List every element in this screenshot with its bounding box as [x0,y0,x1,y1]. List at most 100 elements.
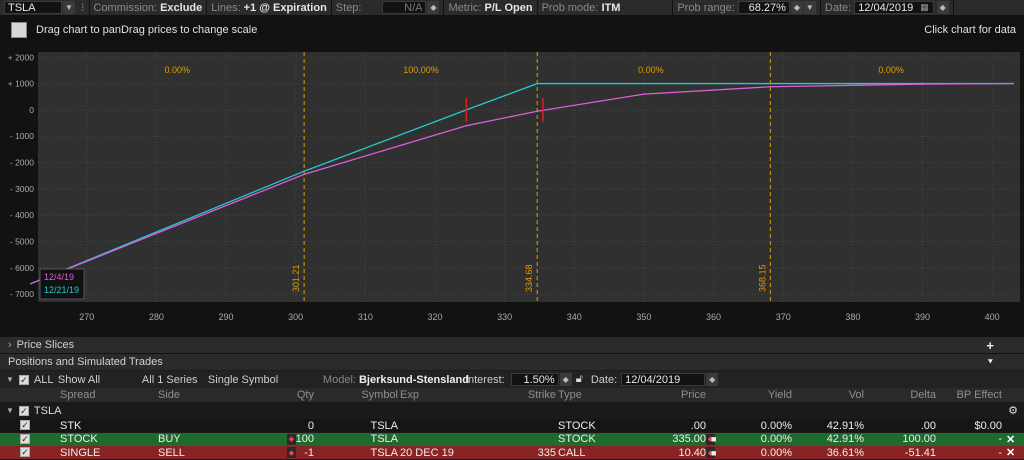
symbol-field[interactable]: TSLA [4,1,62,14]
column-header-delta[interactable]: Delta [866,388,936,402]
prob-mode-control[interactable]: Prob mode: ITM [538,0,674,16]
lines-value[interactable]: +1 @ Expiration [244,2,327,14]
chevron-down-icon[interactable]: ▼ [6,406,14,415]
group-checkbox[interactable]: ✓ [18,405,29,416]
symbol-selector[interactable]: TSLA ▼ ⁝ [0,0,90,16]
date-control[interactable]: Date: 12/04/2019 ▦ ◆ [821,0,954,16]
series-point-1 [921,83,924,85]
cell-price[interactable]: 10.40 [630,446,706,459]
column-header-spread[interactable]: Spread [60,388,156,402]
column-header-side[interactable]: Side [158,388,228,402]
cell-side[interactable]: BUY [158,433,228,446]
column-header-bp[interactable]: BP Effect [938,388,1002,402]
remove-icon[interactable]: ✕ [1006,433,1018,446]
x-tick-label: 320 [427,312,442,322]
date-stepper[interactable]: ◆ [936,1,949,14]
column-header-vol[interactable]: Vol [794,388,864,402]
cell-yield: 0.00% [760,446,792,459]
prob-range-control[interactable]: Prob range: 68.27% ◆ ▼ [673,0,821,16]
x-tick-label: 360 [706,312,721,322]
table-row[interactable]: ✓ STK 0 TSLA STOCK .00 0.00% 42.91% .00 $0.00 [0,419,1024,432]
interest-field[interactable]: 1.50% [510,373,559,386]
column-header-symbol[interactable]: Symbol [316,388,398,402]
column-header-strike[interactable]: Strike [488,388,556,402]
row-checkbox[interactable]: ✓ [20,420,30,430]
breakeven-label: 301.21 [291,264,301,292]
step-stepper[interactable]: ◆ [427,1,440,14]
qty-stepper[interactable]: ◆ [287,447,296,458]
cell-exp[interactable] [400,419,486,432]
cell-symbol: TSLA [370,433,398,445]
column-header-yield[interactable]: Yield [720,388,792,402]
cell-side[interactable] [158,419,228,432]
metric-control[interactable]: Metric: P/L Open [444,0,538,16]
click-hint: Click chart for data [924,24,1016,36]
chevron-down-icon[interactable]: ▼ [6,375,14,384]
chevron-down-icon[interactable]: ▼ [63,1,75,14]
cell-vol: 42.91% [826,433,864,445]
lock-icon[interactable]: 🔓︎ [576,373,583,386]
cell-exp[interactable] [400,433,486,446]
series-point-1 [536,110,539,113]
y-tick-label: - 7000 [10,289,34,299]
lock-icon[interactable]: ■ [711,446,721,459]
show-all-dropdown[interactable]: Show All [58,374,142,386]
cell-exp[interactable]: 20 DEC 19 [400,446,486,459]
y-tick-label: - 4000 [10,210,34,220]
prob-range-field[interactable]: 68.27% [737,1,790,14]
column-header-type[interactable]: Type [558,388,628,402]
remove-icon[interactable]: ✕ [1006,446,1018,459]
cell-strike[interactable]: 335 [488,446,556,459]
column-header-price[interactable]: Price [630,388,706,402]
collapse-icon[interactable]: ⯆ [987,357,994,368]
series-dropdown[interactable]: All 1 Series [142,374,208,386]
series-point-1 [643,93,645,95]
commission-control[interactable]: Commission: Exclude [90,0,208,16]
prob-range-stepper[interactable]: ◆ [790,1,803,14]
cell-qty[interactable]: +100 [230,433,314,446]
chart-settings-icon[interactable] [11,22,27,38]
cell-strike[interactable] [488,419,556,432]
calendar-icon[interactable]: ▦ [920,2,929,13]
qty-stepper[interactable]: ◆ [287,433,296,445]
gear-icon[interactable]: ⚙ [1008,404,1018,417]
cell-price[interactable]: .00 [630,419,706,432]
model-dropdown[interactable]: Bjerksund-Stensland [359,374,469,386]
interest-stepper[interactable]: ◆ [559,373,572,386]
cell-price[interactable]: 335.00 [630,433,706,446]
cell-qty[interactable]: 0 [230,419,314,432]
metric-value[interactable]: P/L Open [484,2,532,14]
pl-chart-svg[interactable]: + 2000 + 1000 0 - 1000 - 2000 - 3000 - 4000 - 5… [0,44,1024,336]
cell-strike[interactable] [488,433,556,446]
group-row-tsla[interactable]: ▼ ✓ TSLA ⚙ [0,402,1024,419]
link-icon[interactable]: ⁝ [81,1,85,14]
filter-date-field[interactable]: 12/04/2019 [621,373,706,386]
filter-date-label: Date: [590,373,618,386]
positions-table-header: Spread Side Qty Symbol Exp Strike Type Price Yie… [0,388,1024,402]
table-row[interactable]: ✓ SINGLE SELL -1 TSLA 20 DEC 19 335 CALL 10.40 0.… [0,446,1024,459]
chevron-right-icon[interactable]: › [8,339,12,351]
prob-mode-value[interactable]: ITM [601,2,620,14]
column-header-qty[interactable]: Qty [230,388,314,402]
lines-control[interactable]: Lines: +1 @ Expiration [207,0,332,16]
add-icon[interactable]: + [986,338,994,353]
price-slices-header[interactable]: › Price Slices + [0,336,1024,353]
cell-side[interactable]: SELL [158,446,228,459]
step-field[interactable]: N/A [382,1,427,14]
table-row[interactable]: ✓ STOCK BUY +100 TSLA STOCK 335.00 0.00% 42.91% 1… [0,432,1024,446]
symbol-mode-dropdown[interactable]: Single Symbol [208,374,323,386]
row-checkbox[interactable]: ✓ [20,433,30,444]
commission-value[interactable]: Exclude [160,2,202,14]
select-all-checkbox[interactable]: ✓ [18,374,29,385]
y-tick-label: 0 [29,105,34,115]
filter-date-stepper[interactable]: ◆ [706,373,719,386]
lock-icon[interactable]: ■ [711,433,721,446]
row-checkbox[interactable]: ✓ [20,447,30,457]
chevron-down-icon[interactable]: ▼ [803,1,816,14]
pl-chart[interactable]: + 2000 + 1000 0 - 1000 - 2000 - 3000 - 4000 - 5… [0,44,1024,336]
x-tick-label: 280 [149,312,164,322]
cell-type: CALL [558,446,586,459]
cell-qty[interactable]: -1 [230,446,314,459]
step-control[interactable]: Step: N/A ◆ [332,0,445,16]
column-header-exp[interactable]: Exp [400,388,486,402]
